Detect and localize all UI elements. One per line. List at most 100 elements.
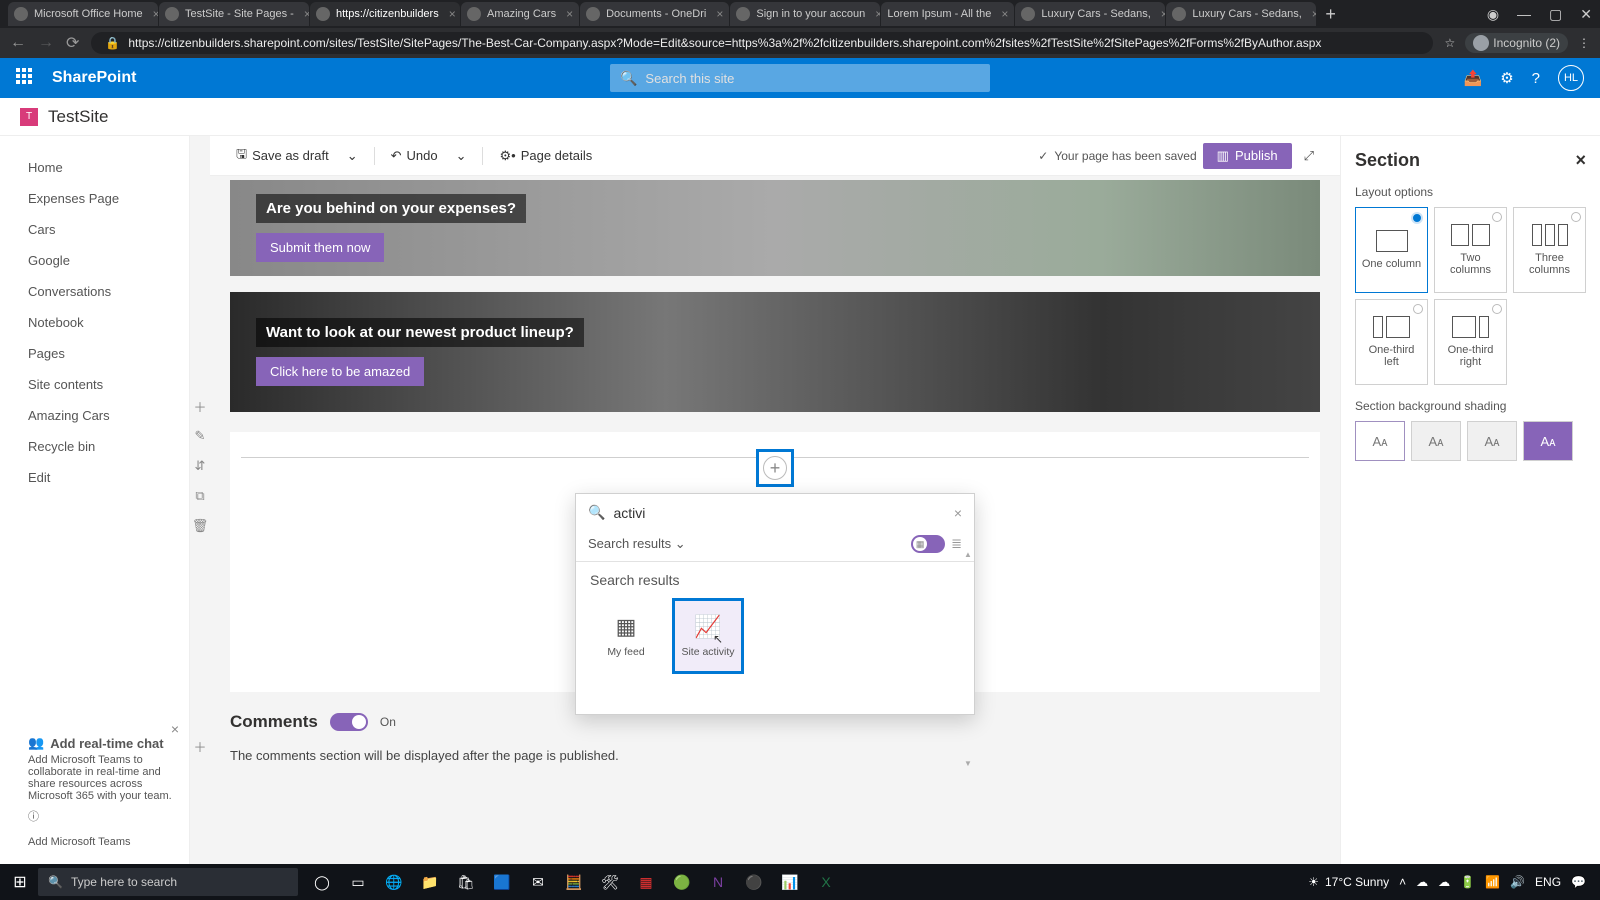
- close-icon[interactable]: ×: [304, 7, 309, 21]
- move-section-icon[interactable]: ⇵: [190, 456, 210, 476]
- browser-tab-0[interactable]: Microsoft Office Home×: [8, 2, 158, 26]
- delete-section-icon[interactable]: 🗑: [190, 516, 210, 536]
- close-icon[interactable]: ×: [153, 7, 158, 21]
- reload-icon[interactable]: ⟳: [66, 33, 79, 53]
- hero-webpart-products[interactable]: Want to look at our newest product lineu…: [230, 292, 1320, 412]
- layout-three-columns[interactable]: Three columns: [1513, 207, 1586, 293]
- sharepoint-brand[interactable]: SharePoint: [52, 69, 136, 87]
- close-icon[interactable]: ×: [171, 721, 179, 737]
- nav-item-google[interactable]: Google: [28, 245, 189, 276]
- forward-icon[interactable]: →: [38, 34, 54, 52]
- cortana-icon[interactable]: ▭: [344, 868, 372, 896]
- excel-icon[interactable]: X: [812, 868, 840, 896]
- new-tab-button[interactable]: +: [1317, 4, 1344, 25]
- onedrive-icon[interactable]: ☁: [1416, 875, 1428, 889]
- calc-icon[interactable]: 🧮: [560, 868, 588, 896]
- app-icon-2[interactable]: 🛠: [596, 868, 624, 896]
- add-section-below-icon[interactable]: ＋: [190, 736, 210, 756]
- layout-onethird-right[interactable]: One-third right: [1434, 299, 1507, 385]
- account-icon[interactable]: ◉: [1487, 6, 1499, 23]
- nav-item-conversations[interactable]: Conversations: [28, 276, 189, 307]
- edge-icon[interactable]: 🌐: [380, 868, 408, 896]
- edit-section-icon[interactable]: ✎: [190, 426, 210, 446]
- copy-section-icon[interactable]: ⧉: [190, 486, 210, 506]
- bg-option-soft[interactable]: Aᴀ: [1467, 421, 1517, 461]
- nav-item-pages[interactable]: Pages: [28, 338, 189, 369]
- app-icon-3[interactable]: ▦: [632, 868, 660, 896]
- layout-two-columns[interactable]: Two columns: [1434, 207, 1507, 293]
- browser-tab-1[interactable]: TestSite - Site Pages -×: [159, 2, 309, 26]
- filter-label[interactable]: Search results ⌄: [588, 536, 686, 552]
- webpart-search-input[interactable]: [613, 505, 945, 521]
- store-icon[interactable]: 🛍: [452, 868, 480, 896]
- picker-scrollbar[interactable]: ▲▼: [964, 550, 972, 708]
- close-panel-icon[interactable]: ×: [1575, 150, 1586, 171]
- mail-icon[interactable]: ✉: [524, 868, 552, 896]
- obs-icon[interactable]: ⚫: [740, 868, 768, 896]
- nav-item-sitecontents[interactable]: Site contents: [28, 369, 189, 400]
- battery-icon[interactable]: 🔋: [1460, 875, 1475, 889]
- address-bar[interactable]: 🔒 https://citizenbuilders.sharepoint.com…: [91, 32, 1432, 54]
- undo-button[interactable]: ↶Undo: [385, 144, 444, 168]
- bg-option-none[interactable]: Aᴀ: [1355, 421, 1405, 461]
- share-icon[interactable]: 📤: [1464, 69, 1483, 87]
- bg-option-neutral[interactable]: Aᴀ: [1411, 421, 1461, 461]
- chrome-icon[interactable]: 🟢: [668, 868, 696, 896]
- settings-icon[interactable]: ⚙: [1500, 69, 1513, 87]
- app-icon[interactable]: 🟦: [488, 868, 516, 896]
- network-icon[interactable]: 📶: [1485, 875, 1500, 889]
- add-section-icon[interactable]: ＋: [190, 396, 210, 416]
- clear-search-icon[interactable]: ×: [954, 505, 962, 521]
- save-chevron[interactable]: ⌄: [341, 144, 364, 168]
- view-grid-toggle[interactable]: ▦: [911, 535, 945, 553]
- weather-widget[interactable]: ☀17°C Sunny: [1308, 875, 1389, 889]
- minimize-icon[interactable]: —: [1517, 6, 1531, 22]
- hero-cta-button[interactable]: Submit them now: [256, 233, 384, 262]
- webpart-myfeed[interactable]: ▦ My feed: [590, 598, 662, 674]
- page-details-button[interactable]: ⚙•Page details: [493, 144, 598, 168]
- notifications-icon[interactable]: 💬: [1571, 875, 1586, 889]
- close-icon[interactable]: ×: [875, 7, 880, 21]
- browser-tab-3[interactable]: Amazing Cars×: [461, 2, 579, 26]
- close-icon[interactable]: ×: [1001, 7, 1008, 21]
- volume-icon[interactable]: 🔊: [1510, 875, 1525, 889]
- explorer-icon[interactable]: 📁: [416, 868, 444, 896]
- layout-one-column[interactable]: One column: [1355, 207, 1428, 293]
- start-button[interactable]: ⊞: [6, 868, 34, 896]
- browser-tab-7[interactable]: Luxury Cars - Sedans,×: [1015, 2, 1165, 26]
- taskbar-search[interactable]: 🔍Type here to search: [38, 868, 298, 896]
- nav-item-cars[interactable]: Cars: [28, 214, 189, 245]
- nav-item-amazingcars[interactable]: Amazing Cars: [28, 400, 189, 431]
- add-webpart-button[interactable]: +: [756, 449, 794, 487]
- comments-toggle[interactable]: [330, 713, 368, 731]
- nav-item-recyclebin[interactable]: Recycle bin: [28, 431, 189, 462]
- nav-item-home[interactable]: Home: [28, 152, 189, 183]
- kebab-menu-icon[interactable]: ⋮: [1578, 36, 1590, 50]
- onenote-icon[interactable]: N: [704, 868, 732, 896]
- teams-link[interactable]: Add Microsoft Teams: [28, 836, 173, 848]
- close-icon[interactable]: ×: [566, 7, 573, 21]
- task-view-icon[interactable]: ◯: [308, 868, 336, 896]
- browser-tab-4[interactable]: Documents - OneDri×: [580, 2, 729, 26]
- layout-onethird-left[interactable]: One-third left: [1355, 299, 1428, 385]
- close-icon[interactable]: ×: [1161, 7, 1166, 21]
- maximize-icon[interactable]: ▢: [1549, 6, 1562, 23]
- empty-section[interactable]: + 🔍 × Search results ⌄ ▦ ≣: [230, 432, 1320, 692]
- suite-search-input[interactable]: [645, 71, 980, 86]
- close-icon[interactable]: ×: [716, 7, 723, 21]
- site-name[interactable]: TestSite: [48, 107, 108, 127]
- suite-search[interactable]: 🔍: [610, 64, 990, 92]
- webpart-siteactivity[interactable]: 📈 Site activity ↖: [672, 598, 744, 674]
- browser-tab-5[interactable]: Sign in to your accoun×: [730, 2, 880, 26]
- avatar[interactable]: HL: [1558, 65, 1584, 91]
- close-window-icon[interactable]: ✕: [1580, 6, 1592, 23]
- browser-tab-8[interactable]: Luxury Cars - Sedans,×: [1166, 2, 1316, 26]
- app-launcher-icon[interactable]: [16, 68, 36, 88]
- browser-tab-2[interactable]: https://citizenbuilders×: [310, 2, 460, 26]
- chevron-up-icon[interactable]: ˄: [1399, 875, 1406, 889]
- close-icon[interactable]: ×: [1312, 7, 1317, 21]
- undo-chevron[interactable]: ⌄: [450, 144, 473, 168]
- close-icon[interactable]: ×: [449, 7, 456, 21]
- app-icon-4[interactable]: 📊: [776, 868, 804, 896]
- view-list-icon[interactable]: ≣: [951, 536, 962, 552]
